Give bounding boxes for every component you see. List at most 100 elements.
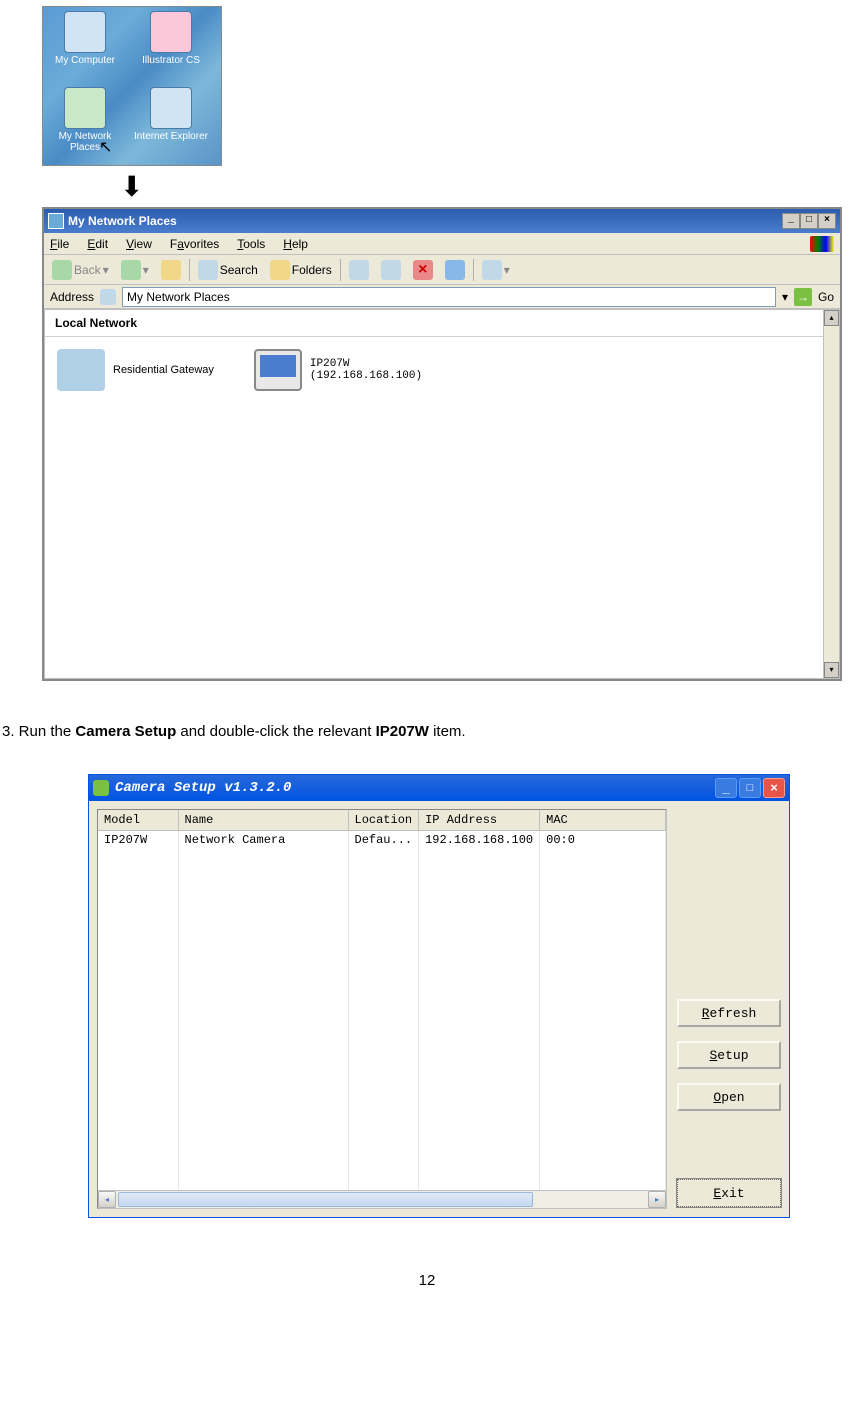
scroll-left-button[interactable]: ◂ — [98, 1191, 116, 1208]
table-row — [98, 1090, 666, 1110]
desktop-icon-mycomputer[interactable]: My Computer — [45, 11, 125, 66]
move-icon — [349, 260, 369, 280]
search-icon — [198, 260, 218, 280]
table-row — [98, 970, 666, 990]
views-button[interactable]: ▾ — [478, 258, 514, 282]
camera-list: Model Name Location IP Address MAC IP207… — [97, 809, 667, 1210]
menu-bar: File Edit View Favorites Tools Help — [44, 233, 840, 255]
button-panel: Refresh Setup Open Exit — [677, 809, 781, 1210]
maximize-button[interactable]: □ — [800, 213, 818, 229]
menu-edit[interactable]: Edit — [87, 237, 108, 251]
cell-mac: 00:0 — [540, 830, 666, 850]
search-button[interactable]: Search — [194, 258, 262, 282]
menu-view[interactable]: View — [126, 237, 152, 251]
computer-icon — [64, 11, 106, 53]
col-ip[interactable]: IP Address — [419, 810, 540, 831]
cell-name: Network Camera — [178, 830, 348, 850]
col-location[interactable]: Location — [348, 810, 419, 831]
icon-label: Internet Explorer — [134, 131, 208, 142]
forward-icon — [121, 260, 141, 280]
table-row — [98, 910, 666, 930]
minimize-button[interactable]: _ — [782, 213, 800, 229]
scroll-right-button[interactable]: ▸ — [648, 1191, 666, 1208]
forward-button[interactable]: ▾ — [117, 258, 153, 282]
desktop-icon-network-places[interactable]: My Network Places — [45, 87, 125, 153]
copy-button[interactable] — [377, 258, 405, 282]
gateway-icon — [57, 349, 105, 391]
address-bar: Address ▾ → Go — [44, 285, 840, 309]
table-header-row: Model Name Location IP Address MAC — [98, 810, 666, 831]
menu-file[interactable]: File — [50, 237, 69, 251]
content-area: Local Network Residential Gateway IP207W… — [44, 309, 840, 679]
menu-favorites[interactable]: Favorites — [170, 237, 219, 251]
down-arrow-icon: ⬇ — [120, 170, 854, 203]
monitor-icon — [254, 349, 302, 391]
delete-button[interactable]: × — [409, 258, 437, 282]
refresh-button[interactable]: Refresh — [677, 999, 781, 1027]
scroll-up-button[interactable]: ▴ — [824, 310, 839, 326]
back-icon — [52, 260, 72, 280]
table-row — [98, 890, 666, 910]
group-header: Local Network — [45, 310, 839, 337]
undo-button[interactable] — [441, 258, 469, 282]
close-button[interactable]: × — [763, 778, 785, 798]
toolbar: Back ▾ ▾ Search Folders × ▾ — [44, 255, 840, 285]
up-icon — [161, 260, 181, 280]
table-row — [98, 1050, 666, 1070]
setup-button[interactable]: Setup — [677, 1041, 781, 1069]
exit-button[interactable]: Exit — [677, 1179, 781, 1207]
illustrator-icon — [150, 11, 192, 53]
camera-setup-window: Camera Setup v1.3.2.0 _ □ × Model Name L… — [88, 774, 790, 1219]
table-row — [98, 1150, 666, 1170]
desktop-icon-ie[interactable]: Internet Explorer — [131, 87, 211, 142]
delete-icon: × — [413, 260, 433, 280]
desktop-screenshot: My Computer Illustrator CS My Network Pl… — [42, 6, 222, 166]
maximize-button[interactable]: □ — [739, 778, 761, 798]
back-button[interactable]: Back ▾ — [48, 258, 113, 282]
item-ip-camera[interactable]: IP207W (192.168.168.100) — [254, 349, 422, 391]
table-row — [98, 1110, 666, 1130]
icon-label: Illustrator CS — [142, 55, 200, 66]
table-row — [98, 950, 666, 970]
col-name[interactable]: Name — [178, 810, 348, 831]
open-button[interactable]: Open — [677, 1083, 781, 1111]
ie-icon — [150, 87, 192, 129]
col-mac[interactable]: MAC — [540, 810, 666, 831]
desktop-icon-illustrator[interactable]: Illustrator CS — [131, 11, 211, 66]
vertical-scrollbar[interactable]: ▴ ▾ — [823, 310, 839, 678]
camera-name: IP207W — [310, 358, 422, 370]
page-number: 12 — [0, 1272, 854, 1289]
go-button[interactable]: → — [794, 288, 812, 306]
titlebar: Camera Setup v1.3.2.0 _ □ × — [89, 775, 789, 801]
menu-tools[interactable]: Tools — [237, 237, 265, 251]
address-dropdown[interactable]: ▾ — [782, 290, 788, 304]
copy-icon — [381, 260, 401, 280]
move-button[interactable] — [345, 258, 373, 282]
icon-label: My Computer — [55, 55, 115, 66]
table-row — [98, 1130, 666, 1150]
window-icon — [48, 213, 64, 229]
table-row — [98, 870, 666, 890]
minimize-button[interactable]: _ — [715, 778, 737, 798]
table-row — [98, 850, 666, 870]
table-row — [98, 1070, 666, 1090]
col-model[interactable]: Model — [98, 810, 178, 831]
scroll-down-button[interactable]: ▾ — [824, 662, 839, 678]
up-button[interactable] — [157, 258, 185, 282]
camera-ip: (192.168.168.100) — [310, 370, 422, 382]
menu-help[interactable]: Help — [283, 237, 308, 251]
table-row — [98, 990, 666, 1010]
scroll-thumb[interactable] — [118, 1192, 533, 1207]
close-button[interactable]: × — [818, 213, 836, 229]
windows-flag-icon — [810, 236, 834, 252]
cell-location: Defau... — [348, 830, 419, 850]
folders-button[interactable]: Folders — [266, 258, 336, 282]
folders-icon — [270, 260, 290, 280]
table-row — [98, 1030, 666, 1050]
network-places-icon — [64, 87, 106, 129]
table-row[interactable]: IP207W Network Camera Defau... 192.168.1… — [98, 830, 666, 850]
horizontal-scrollbar[interactable]: ◂ ▸ — [98, 1190, 666, 1208]
address-input[interactable] — [122, 287, 776, 307]
network-places-window: My Network Places _ □ × File Edit View F… — [42, 207, 842, 681]
item-residential-gateway[interactable]: Residential Gateway — [57, 349, 214, 391]
